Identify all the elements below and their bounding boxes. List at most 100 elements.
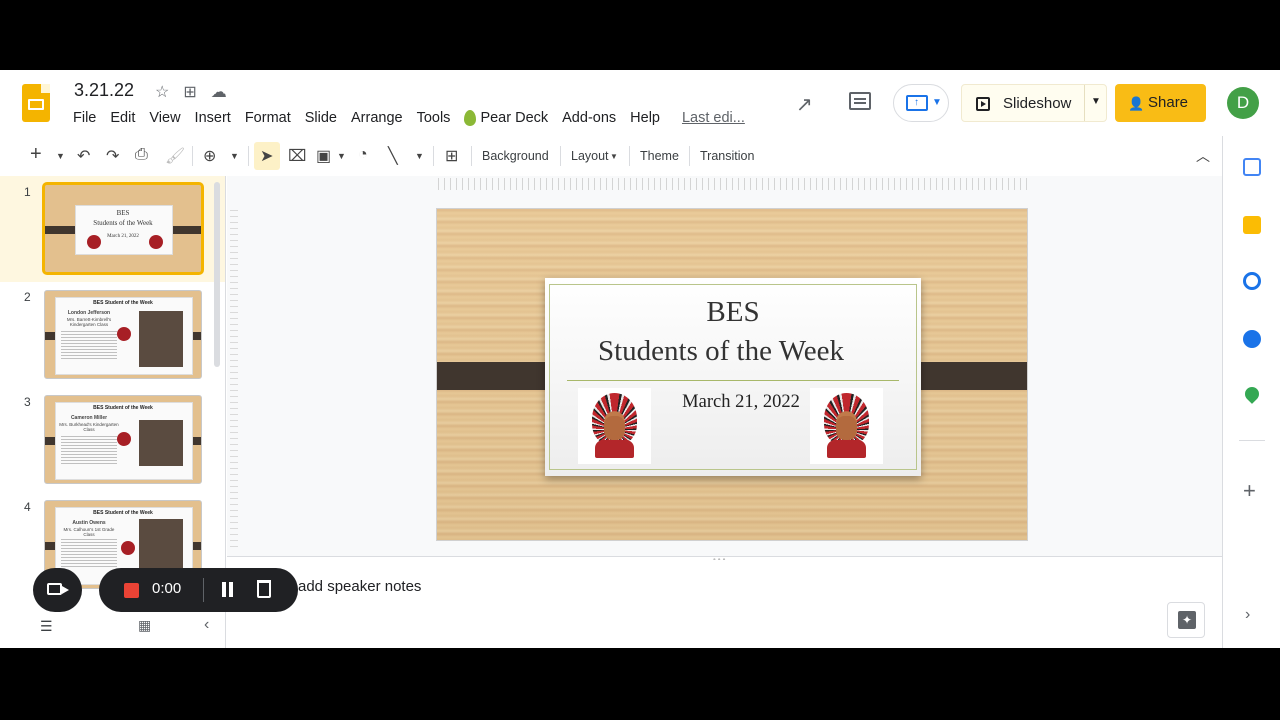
menu-slide[interactable]: Slide [305,110,337,126]
slideshow-button[interactable]: Slideshow ▼ [961,84,1107,122]
slide-title-card[interactable]: BES Students of the Week March 21, 2022 [545,278,921,476]
current-slide[interactable]: BES Students of the Week March 21, 2022 [436,208,1028,541]
line-icon[interactable]: ╲ [388,146,398,166]
person-lock-icon: 👤 [1128,96,1145,111]
document-title[interactable]: 3.21.22 [74,80,134,101]
hide-filmstrip-icon[interactable]: ‹ [204,616,209,634]
collapse-toolbar-icon[interactable]: ︿ [1196,146,1210,166]
camera-toggle-button[interactable] [33,568,82,612]
slides-logo-icon[interactable] [22,84,50,122]
thumb-heading: BES Student of the Week [93,300,153,306]
horizontal-ruler[interactable] [438,178,1028,190]
thumb-student-name: Cameron Miller [70,415,108,421]
layout-button[interactable]: Layout [571,149,609,163]
add-comment-icon[interactable]: ⊞ [445,146,458,166]
print-icon[interactable]: ⎙ [135,146,148,164]
new-slide-dropdown-icon[interactable]: ▼ [56,151,65,161]
slide-thumbnail-3[interactable]: BES Student of the Week Cameron Miller M… [44,395,202,484]
tasks-icon[interactable] [1243,272,1261,290]
title-actions: ☆ ⊞ ☁ [155,82,227,102]
mascot-logo-left[interactable] [578,388,651,464]
mascot-body [595,440,634,458]
account-avatar[interactable]: D [1227,87,1259,119]
grid-view-icon[interactable]: ▦ [138,617,151,634]
menu-pear-deck[interactable]: Pear Deck [464,110,548,126]
redo-icon[interactable]: ↷ [106,146,119,166]
thumb-band [45,226,77,234]
slideshow-play-icon [976,97,990,111]
last-edit-link[interactable]: Last edi... [682,110,745,126]
toolbar-divider [192,146,193,166]
slide-number: 2 [24,290,31,304]
mascot-logo-right[interactable] [810,388,883,464]
vertical-ruler[interactable] [230,210,238,550]
keep-icon[interactable] [1243,216,1261,234]
text-box-icon[interactable]: ⌧ [288,146,306,166]
menu-help[interactable]: Help [630,110,660,126]
trash-icon[interactable] [257,580,271,598]
toolbar-divider [433,146,434,166]
thumb-class: Mrs. Barrett-Kimbrell's Kindergarten Cla… [66,317,112,327]
chevron-down-icon: ▼ [932,97,942,108]
mascot-icon [117,327,131,341]
slide-date[interactable]: March 21, 2022 [671,392,811,413]
mascot-icon [121,541,135,555]
move-folder-icon[interactable]: ⊞ [183,82,196,102]
slide-subtitle[interactable]: Students of the Week [533,335,909,368]
menu-addons[interactable]: Add-ons [562,110,616,126]
cloud-status-icon[interactable]: ☁ [211,82,227,102]
slideshow-dropdown-icon[interactable]: ▼ [1091,96,1101,107]
zoom-icon[interactable]: ⊕ [203,146,216,166]
explore-button[interactable]: ✦ [1167,602,1205,638]
calendar-icon[interactable] [1243,158,1261,176]
menu-view[interactable]: View [149,110,180,126]
menu-arrange[interactable]: Arrange [351,110,403,126]
menu-edit[interactable]: Edit [110,110,135,126]
new-slide-icon[interactable]: + [30,143,42,166]
shape-icon[interactable]: ◔ [358,146,368,164]
share-button[interactable]: 👤 Share [1115,84,1206,122]
slide-thumbnail-1[interactable]: BES Students of the Week March 21, 2022 [42,182,204,275]
transition-button[interactable]: Transition [700,149,754,163]
stop-record-icon[interactable] [124,583,139,598]
speaker-notes[interactable]: add speaker notes ✦ [227,560,1222,648]
background-button[interactable]: Background [482,149,549,163]
filmstrip-scrollbar[interactable] [214,182,220,367]
mascot-icon [149,235,163,249]
image-dropdown-icon[interactable]: ▼ [337,151,346,161]
line-dropdown-icon[interactable]: ▼ [415,151,424,161]
slide-number: 1 [24,185,31,199]
slideshow-label: Slideshow [1003,95,1072,112]
maps-icon[interactable] [1242,384,1262,404]
menu-insert[interactable]: Insert [195,110,231,126]
thumb-body-text [61,331,117,361]
menu-tools[interactable]: Tools [417,110,451,126]
comments-icon[interactable] [849,92,871,110]
paint-format-icon[interactable]: 🖌 [165,146,185,166]
pause-icon[interactable] [222,582,233,597]
image-icon[interactable]: ▣ [316,146,331,166]
star-icon[interactable]: ☆ [155,82,169,102]
activity-trend-icon[interactable]: ↗ [796,92,813,117]
get-addons-icon[interactable]: + [1243,478,1256,504]
slide-title[interactable]: BES [545,296,921,329]
toolbar: + ▼ ↶ ↷ ⎙ 🖌 ⊕ ▼ ➤ ⌧ ▣ ▼ ◔ ╲ ▼ ⊞ Backgrou… [0,136,1222,176]
student-photo [139,519,183,575]
menu-file[interactable]: File [73,110,96,126]
mascot-icon [117,432,131,446]
slide-thumbnail-2[interactable]: BES Student of the Week London Jefferson… [44,290,202,379]
show-side-panel-icon[interactable]: › [1245,606,1250,624]
menu-format[interactable]: Format [245,110,291,126]
record-timer: 0:00 [152,580,182,597]
thumb-heading: BES Student of the Week [93,510,153,516]
thumb-body-text [61,539,117,569]
zoom-dropdown-icon[interactable]: ▼ [230,151,239,161]
present-to-meeting-button[interactable]: ↑ ▼ [893,84,949,122]
theme-button[interactable]: Theme [640,149,679,163]
contacts-icon[interactable] [1243,330,1261,348]
layout-dropdown-icon[interactable]: ▼ [610,152,618,161]
student-photo [139,420,183,466]
undo-icon[interactable]: ↶ [77,146,90,166]
speaker-notes-placeholder[interactable]: add speaker notes [298,578,421,595]
filmstrip-view-icon[interactable]: ☰ [40,618,53,635]
